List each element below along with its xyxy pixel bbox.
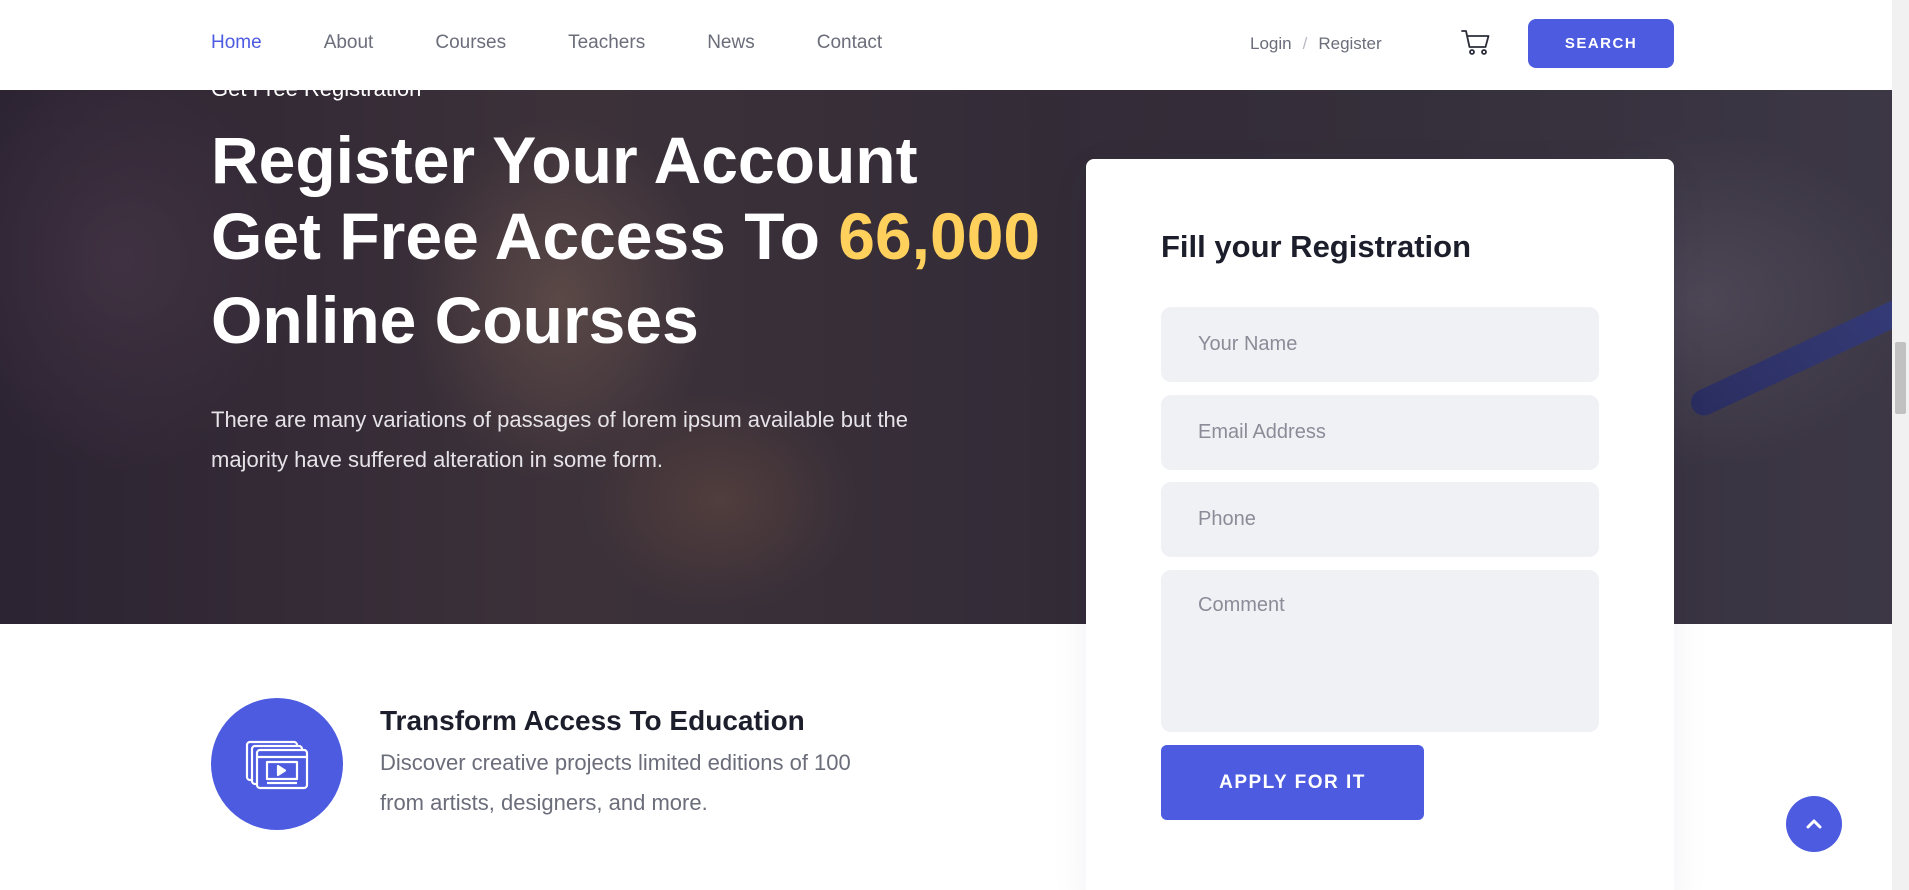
auth-links: Login / Register — [1250, 34, 1382, 54]
site-header: Home About Courses Teachers News Contact… — [0, 0, 1892, 90]
register-link[interactable]: Register — [1318, 34, 1381, 54]
nav-item-teachers[interactable]: Teachers — [568, 32, 645, 54]
comment-field[interactable] — [1161, 570, 1599, 732]
hero-description: There are many variations of passages of… — [211, 407, 909, 472]
nav-item-about[interactable]: About — [324, 32, 374, 54]
nav-item-home[interactable]: Home — [211, 32, 262, 54]
scrollbar-thumb[interactable] — [1895, 342, 1906, 414]
scroll-to-top-button[interactable] — [1786, 796, 1842, 852]
feature-description: Discover creative projects limited editi… — [380, 750, 851, 815]
name-field[interactable] — [1161, 307, 1599, 382]
headline-highlight: 66,000 — [838, 199, 1041, 273]
headline-line-3: Online Courses — [211, 283, 699, 357]
headline-line-2: Get Free Access To — [211, 199, 839, 273]
search-button[interactable]: SEARCH — [1528, 19, 1674, 68]
cart-icon[interactable] — [1460, 26, 1492, 58]
form-title: Fill your Registration — [1161, 229, 1472, 264]
nav-item-courses[interactable]: Courses — [435, 32, 506, 54]
headline-line-1: Register Your Account — [211, 123, 918, 197]
main-nav: Home About Courses Teachers News Contact — [211, 32, 944, 54]
email-field[interactable] — [1161, 395, 1599, 470]
video-player-icon — [211, 698, 343, 830]
auth-separator: / — [1302, 34, 1308, 53]
phone-field[interactable] — [1161, 482, 1599, 557]
login-link[interactable]: Login — [1250, 34, 1292, 54]
feature-title: Transform Access To Education — [380, 705, 805, 736]
nav-item-contact[interactable]: Contact — [817, 32, 882, 54]
background-pen — [1686, 286, 1892, 420]
hero-headline: Register Your Account Get Free Access To… — [211, 122, 1040, 358]
apply-button[interactable]: APPLY FOR IT — [1161, 745, 1424, 820]
chevron-up-icon — [1806, 819, 1822, 829]
nav-item-news[interactable]: News — [707, 32, 755, 54]
registration-form: Fill your Registration APPLY FOR IT — [1086, 159, 1674, 890]
page-scrollbar[interactable] — [1892, 0, 1909, 890]
